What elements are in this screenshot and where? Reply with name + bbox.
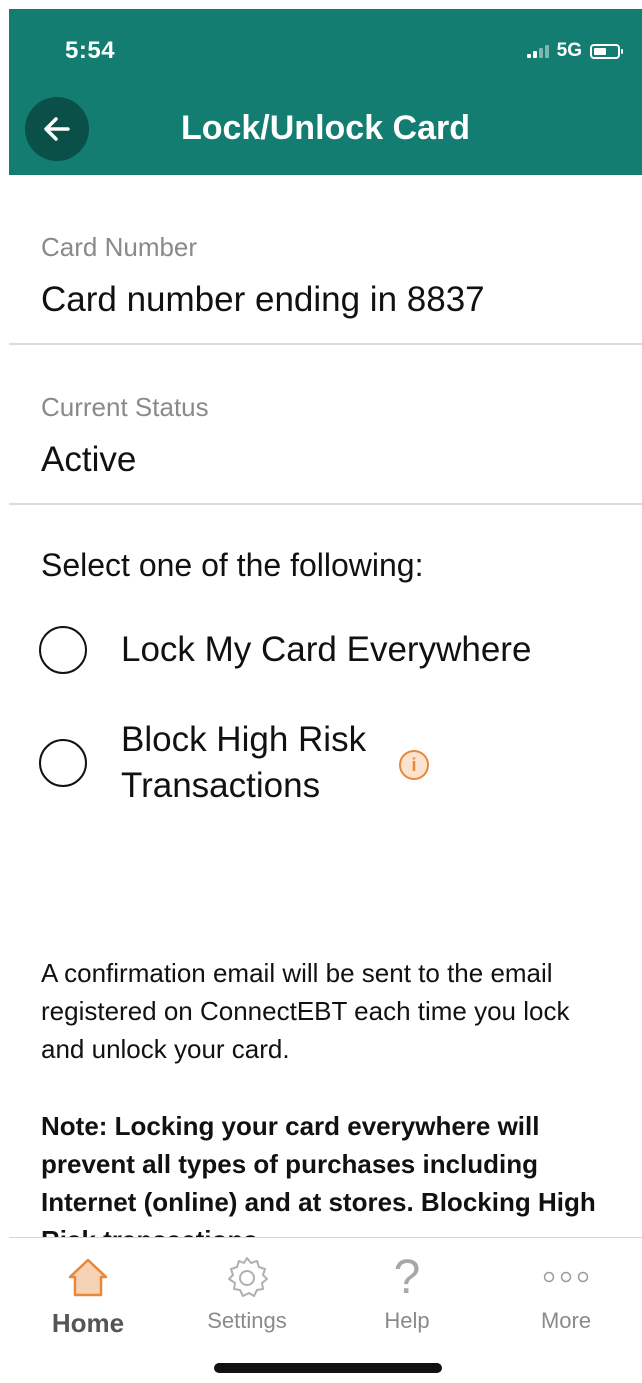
- tab-label: Home: [51, 1308, 125, 1338]
- tab-more[interactable]: More: [506, 1250, 626, 1334]
- card-number-label: Card Number: [41, 232, 198, 262]
- option-label: Lock My Card Everywhere: [121, 630, 532, 669]
- lock-unlock-screen: 5:54 5G Lock/Unlock Card Card Number Car…: [9, 9, 642, 1383]
- bottom-tab-bar: Home Settings ? Help More: [9, 1237, 642, 1383]
- more-dots-icon: [543, 1271, 589, 1283]
- home-icon: [68, 1258, 108, 1297]
- radio-button[interactable]: [39, 626, 87, 674]
- option-lock-everywhere[interactable]: Lock My Card Everywhere: [39, 626, 531, 674]
- tab-label: Help: [384, 1308, 430, 1333]
- tab-label: Settings: [207, 1308, 287, 1333]
- option-block-high-risk[interactable]: Block High Risk Transactions: [39, 717, 366, 809]
- question-mark-icon: ?: [393, 1250, 421, 1304]
- app-header: 5:54 5G Lock/Unlock Card: [9, 9, 642, 175]
- signal-icon: [526, 44, 549, 58]
- option-label-line1: Block High Risk: [121, 720, 367, 759]
- status-indicators: 5G: [526, 40, 623, 62]
- tab-help[interactable]: ? Help: [347, 1250, 467, 1334]
- option-label-line2: Transactions: [121, 766, 321, 805]
- tab-settings[interactable]: Settings: [187, 1250, 307, 1334]
- tab-home[interactable]: Home: [28, 1250, 148, 1339]
- gear-icon: [228, 1257, 268, 1297]
- status-time: 5:54: [65, 37, 116, 64]
- option-label: Block High Risk Transactions: [121, 717, 366, 809]
- home-indicator: [214, 1363, 442, 1373]
- card-number-section: Card Number Card number ending in 8837: [9, 175, 642, 345]
- radio-button[interactable]: [39, 739, 87, 787]
- note-text: Note: Locking your card everywhere will …: [41, 1111, 596, 1237]
- current-status-value: Active: [41, 440, 137, 479]
- battery-icon: [590, 43, 623, 59]
- page-title: Lock/Unlock Card: [180, 109, 471, 147]
- selection-prompt: Select one of the following:: [41, 547, 424, 583]
- current-status-section: Current Status Active: [9, 343, 642, 505]
- network-type: 5G: [556, 40, 582, 61]
- card-number-value: Card number ending in 8837: [41, 280, 485, 319]
- confirmation-text: A confirmation email will be sent to the…: [41, 958, 570, 1064]
- current-status-label: Current Status: [41, 392, 209, 422]
- tab-label: More: [540, 1308, 592, 1333]
- info-icon[interactable]: i: [399, 750, 429, 780]
